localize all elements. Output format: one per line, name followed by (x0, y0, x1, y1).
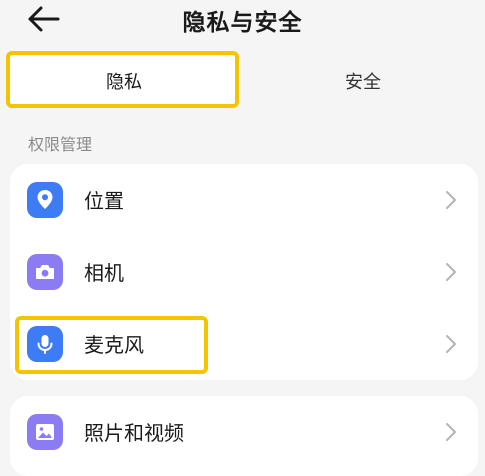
list-item-photos-videos[interactable]: 照片和视频 (10, 396, 478, 468)
chevron-right-icon (446, 335, 456, 353)
tab-bar: 隐私 安全 (8, 52, 478, 112)
chevron-right-icon (446, 423, 456, 441)
photo-icon (27, 414, 63, 450)
list-item-camera[interactable]: 相机 (10, 236, 478, 308)
media-card: 照片和视频 (10, 396, 478, 476)
tab-privacy[interactable]: 隐私 (8, 56, 240, 106)
list-item-label: 位置 (84, 189, 124, 213)
list-item-label: 照片和视频 (84, 421, 184, 445)
list-item-label: 麦克风 (84, 333, 144, 357)
microphone-icon (27, 326, 63, 362)
chevron-right-icon (446, 191, 456, 209)
section-label-permissions: 权限管理 (28, 135, 93, 154)
permissions-card: 位置 相机 麦克风 (10, 164, 478, 380)
list-item-label: 相机 (84, 261, 124, 285)
header: 隐私与安全 (0, 0, 485, 40)
tab-security[interactable]: 安全 (248, 56, 478, 106)
list-item-location[interactable]: 位置 (10, 164, 478, 236)
camera-icon (27, 254, 63, 290)
list-item-microphone[interactable]: 麦克风 (10, 308, 478, 380)
page-title: 隐私与安全 (182, 10, 303, 36)
chevron-right-icon (446, 263, 456, 281)
location-icon (27, 182, 63, 218)
